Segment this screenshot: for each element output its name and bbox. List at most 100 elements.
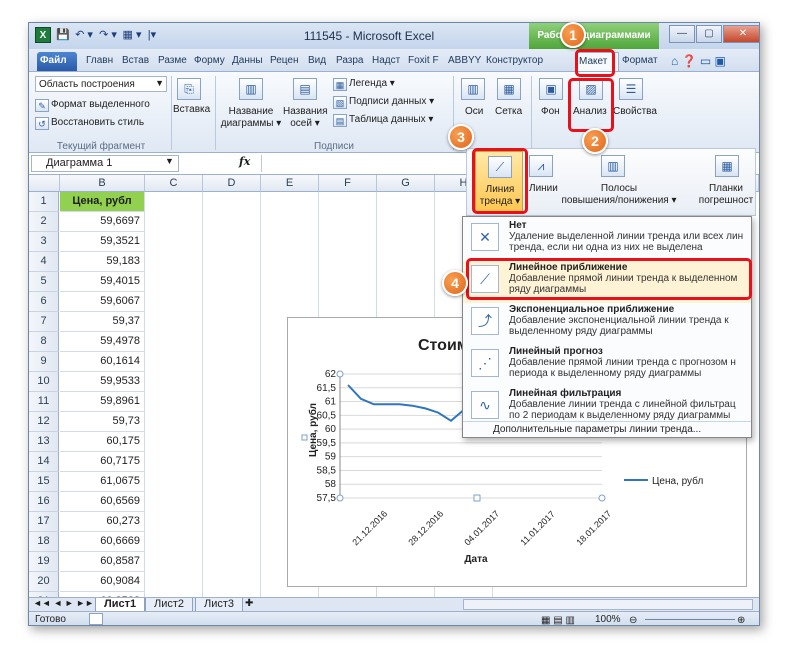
column-header[interactable]: G — [377, 175, 435, 192]
quick-print-icon[interactable]: ▦ ▾ — [121, 27, 143, 43]
lines-button[interactable]: Линии — [529, 183, 558, 195]
tab-format[interactable]: Формат — [619, 52, 665, 71]
tab-design[interactable]: Конструктор — [483, 52, 549, 71]
row-header[interactable]: 6 — [29, 292, 59, 312]
tab-view[interactable]: Вид — [305, 52, 333, 71]
row-header[interactable]: 7 — [29, 312, 59, 332]
row-header[interactable]: 16 — [29, 492, 59, 512]
selection-handle[interactable] — [336, 494, 344, 502]
updown-bars-button[interactable]: Полосы повышения/понижения ▾ — [559, 183, 679, 207]
row-header[interactable]: 18 — [29, 532, 59, 552]
redo-icon[interactable]: ↷ ▾ — [97, 27, 119, 43]
price-cell[interactable]: 59,4015 — [60, 272, 145, 292]
zoom-in-icon[interactable]: ⊕ — [737, 613, 745, 625]
insert-button[interactable]: Вставка — [173, 104, 210, 116]
price-cell[interactable]: 60,1614 — [60, 352, 145, 372]
axes-button[interactable]: Оси — [465, 106, 483, 118]
row-header[interactable]: 11 — [29, 392, 59, 412]
chevron-down-icon[interactable]: ▼ — [165, 156, 174, 166]
row-header[interactable]: 8 — [29, 332, 59, 352]
tab-file[interactable]: Файл — [37, 52, 77, 71]
chart-elements-dropdown[interactable]: Область построения ▼ — [35, 76, 167, 92]
price-cell[interactable]: 60,175 — [60, 432, 145, 452]
tab-developer[interactable]: Разра — [333, 52, 369, 71]
column-header[interactable]: E — [261, 175, 319, 192]
header-cell[interactable]: Цена, рубл — [60, 192, 145, 212]
error-bars-button[interactable]: Планки погрешност — [697, 183, 755, 207]
close-icon[interactable]: ✕ — [723, 25, 759, 43]
price-cell[interactable]: 60,7175 — [60, 452, 145, 472]
fx-icon[interactable]: fx — [239, 155, 250, 168]
selection-handle[interactable] — [336, 370, 344, 378]
properties-button[interactable]: Свойства — [613, 106, 657, 118]
tab-page-layout[interactable]: Разме — [155, 52, 191, 71]
background-button[interactable]: Фон — [541, 106, 560, 118]
name-box[interactable]: Диаграмма 1 — [31, 155, 179, 172]
price-cell[interactable]: 60,8587 — [60, 552, 145, 572]
price-cell[interactable]: 60,273 — [60, 512, 145, 532]
row-header[interactable]: 9 — [29, 352, 59, 372]
price-cell[interactable]: 59,3521 — [60, 232, 145, 252]
selection-handle[interactable] — [301, 434, 308, 441]
row-header[interactable]: 19 — [29, 552, 59, 572]
legend-button[interactable]: Легенда ▾ — [349, 78, 395, 90]
data-table-button[interactable]: Таблица данных ▾ — [349, 114, 433, 126]
tab-formulas[interactable]: Форму — [191, 52, 229, 71]
price-cell[interactable]: 60,6569 — [60, 492, 145, 512]
menu-item-exponential[interactable]: ⤴ Экспоненциальное приближение Добавлени… — [463, 303, 751, 345]
menu-item-linear-forecast[interactable]: ⋰ Линейный прогноз Добавление прямой лин… — [463, 345, 751, 387]
zoom-level[interactable]: 100% — [595, 612, 621, 625]
customize-qat-icon[interactable]: |▾ — [145, 27, 159, 43]
format-selection-button[interactable]: Формат выделенного — [51, 99, 150, 111]
selection-handle[interactable] — [473, 494, 481, 502]
select-all-corner[interactable] — [29, 175, 60, 192]
row-header[interactable]: 10 — [29, 372, 59, 392]
horizontal-scrollbar[interactable] — [463, 599, 753, 610]
data-labels-button[interactable]: Подписи данных ▾ — [349, 96, 434, 108]
price-cell[interactable]: 59,6697 — [60, 212, 145, 232]
reset-style-button[interactable]: Восстановить стиль — [51, 117, 144, 129]
price-cell[interactable]: 59,9533 — [60, 372, 145, 392]
gridlines-button[interactable]: Сетка — [495, 106, 522, 118]
price-cell[interactable]: 59,183 — [60, 252, 145, 272]
row-header[interactable]: 1 — [29, 192, 59, 212]
tab-home[interactable]: Главн — [83, 52, 119, 71]
minimize-icon[interactable]: — — [669, 25, 695, 43]
column-header[interactable]: D — [203, 175, 261, 192]
view-buttons[interactable]: ▦ ▤ ▥ — [541, 613, 575, 625]
save-icon[interactable]: 💾 — [55, 27, 71, 43]
chart-title-button[interactable]: Название диаграммы ▾ — [219, 106, 283, 130]
tab-insert[interactable]: Встав — [119, 52, 155, 71]
axis-titles-button[interactable]: Названия осей ▾ — [283, 106, 328, 130]
maximize-icon[interactable]: ▢ — [696, 25, 722, 43]
sheet-tab-3[interactable]: Лист3 — [195, 598, 244, 612]
help-icon[interactable]: ⌂ ❓ ▭ ▣ — [671, 54, 726, 68]
macro-record-icon[interactable] — [89, 613, 103, 625]
row-header[interactable]: 2 — [29, 212, 59, 232]
tab-foxit[interactable]: Foxit F — [405, 52, 445, 71]
sheet-nav-icons[interactable]: ◄◄ ◄ ► ►► — [33, 598, 94, 608]
price-cell[interactable]: 59,8961 — [60, 392, 145, 412]
column-header[interactable]: B — [60, 175, 145, 192]
price-cell[interactable]: 59,73 — [60, 412, 145, 432]
row-header[interactable]: 13 — [29, 432, 59, 452]
price-cell[interactable]: 59,4978 — [60, 332, 145, 352]
row-header[interactable]: 17 — [29, 512, 59, 532]
insert-sheet-icon[interactable]: ✚ — [245, 598, 253, 609]
legend-label[interactable]: Цена, рубл — [652, 475, 703, 487]
zoom-slider[interactable] — [645, 619, 735, 620]
row-header[interactable]: 3 — [29, 232, 59, 252]
zoom-out-icon[interactable]: ⊖ — [629, 613, 637, 625]
tab-abbyy[interactable]: ABBYY — [445, 52, 483, 71]
column-header[interactable]: F — [319, 175, 377, 192]
menu-item-none[interactable]: ✕ Нет Удаление выделенной линии тренда и… — [463, 219, 751, 261]
tab-addins[interactable]: Надст — [369, 52, 405, 71]
row-header[interactable]: 14 — [29, 452, 59, 472]
sheet-tab-1[interactable]: Лист1 — [95, 598, 146, 612]
price-cell[interactable]: 60,9084 — [60, 572, 145, 592]
price-cell[interactable]: 60,6669 — [60, 532, 145, 552]
undo-icon[interactable]: ↶ ▾ — [73, 27, 95, 43]
price-cell[interactable]: 59,37 — [60, 312, 145, 332]
x-axis-title[interactable]: Дата — [464, 554, 488, 565]
row-header[interactable]: 5 — [29, 272, 59, 292]
